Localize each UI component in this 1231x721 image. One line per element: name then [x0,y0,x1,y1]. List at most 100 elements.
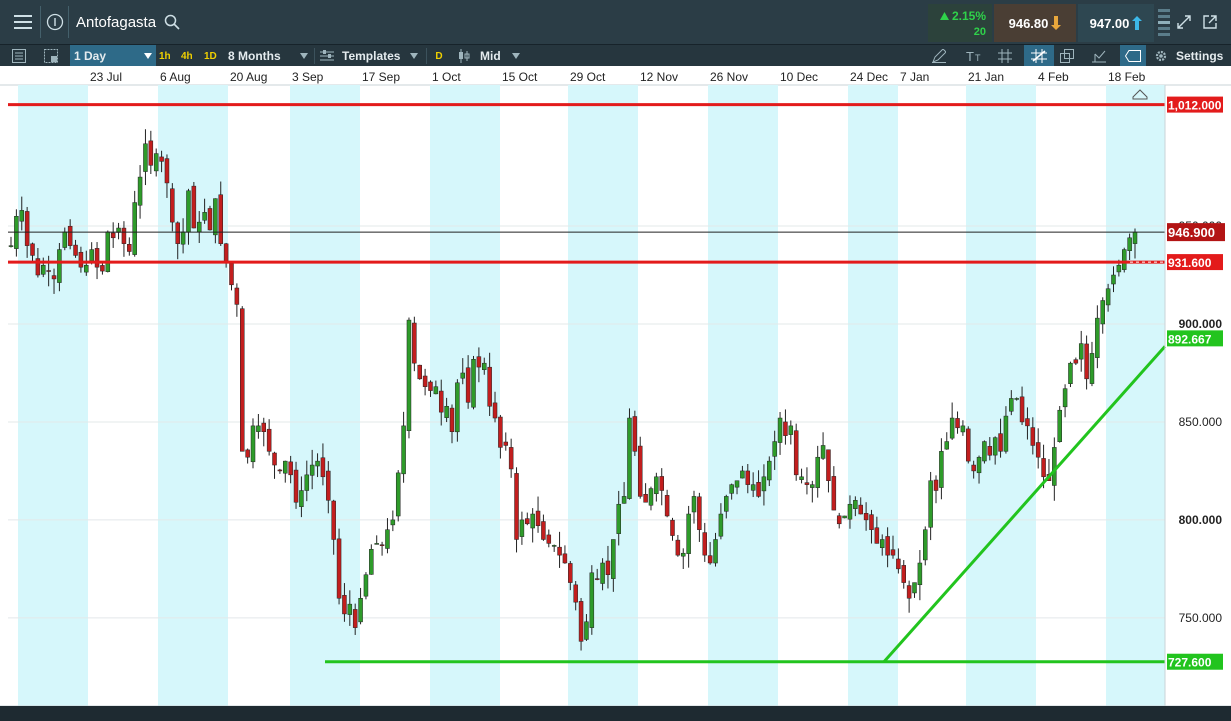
change-percent: 2.15% [952,9,987,23]
price-mode-dropdown[interactable]: Mid [458,45,524,67]
candle-body [519,519,525,537]
chart-canvas[interactable]: 23 Jul 6 Aug 20 Aug 3 Sep 17 Sep 1 Oct 15 Oct 2… [0,66,1231,716]
crosshair-button[interactable] [1024,45,1054,67]
candle-body [863,513,869,521]
candle-body [24,211,30,246]
candle-body [643,494,648,503]
grid-button[interactable] [998,45,1018,67]
templates-label: Templates [342,49,401,63]
depth-button[interactable] [1156,6,1172,38]
candle-body [213,198,218,236]
candle-body [51,275,57,280]
candle-body [406,319,412,431]
candle-body [933,479,939,491]
candle-body [906,585,912,599]
time-band [568,85,638,706]
candle-body [955,418,960,429]
candle-body [998,433,1003,452]
price-tag-label: 727.600 [1168,656,1212,670]
expand-icon [1177,15,1191,29]
layout-button[interactable] [44,45,64,67]
candle-body [584,621,589,640]
quick-1d-button[interactable]: 1D [204,45,217,67]
candle-body [847,503,853,520]
x-tick-label: 3 Sep [292,70,324,84]
candle-body [326,470,331,501]
candle-body [465,367,471,403]
settings-button[interactable]: Settings [1154,45,1223,67]
candle-body [73,244,78,256]
candle-body [148,140,154,166]
text-tool-button[interactable]: TT [966,45,988,67]
candle-body [987,446,993,456]
info-button[interactable] [44,10,66,34]
indicator-button[interactable] [1092,45,1112,67]
candle-body [1030,427,1036,446]
timeframe-value: 1 Day [74,49,107,63]
sell-button[interactable]: 946.80 [994,4,1076,42]
candle-body [1084,343,1089,380]
y-tick-label: 750.000 [1179,611,1223,625]
window-button[interactable] [1060,45,1080,67]
candle-body [901,565,906,583]
popout-button[interactable] [1200,12,1220,32]
buy-button[interactable]: 947.00 [1078,4,1154,42]
hash-grid-icon [998,49,1012,63]
candle-body [293,469,299,503]
candle-body [471,359,476,408]
price-chart[interactable]: 23 Jul 6 Aug 20 Aug 3 Sep 17 Sep 1 Oct 15 Oct 2… [0,66,1231,716]
candle-body [949,417,955,439]
d-button[interactable]: D [432,45,446,67]
candle-body [853,500,858,509]
candle-body [19,210,25,222]
draw-tool-button[interactable] [932,45,952,67]
x-tick-label: 18 Feb [1108,70,1146,84]
candle-body [460,372,466,379]
templates-dropdown[interactable]: Templates [320,45,420,67]
list-view-button[interactable] [12,45,32,67]
menu-button[interactable] [6,8,40,36]
candle-body [304,474,310,491]
search-button[interactable] [162,12,182,32]
candle-body [611,539,616,579]
alert-tag-button[interactable] [1120,45,1146,67]
range-dropdown[interactable]: 8 Months [228,45,310,67]
candle-body [820,445,826,459]
sell-arrow-icon [1051,16,1062,30]
search-icon [164,14,180,30]
candle-body [223,243,229,264]
candle-body [874,527,880,544]
candle-body [675,539,681,556]
candle-body [1121,249,1127,270]
candle-body [352,609,358,628]
quick-1h-button[interactable]: 1h [159,45,171,67]
expand-button[interactable] [1174,12,1194,32]
candle-body [417,364,422,380]
candle-body [175,222,180,244]
candle-body [514,473,519,540]
candle-body [1035,442,1041,458]
quick-4h-button[interactable]: 4h [181,45,193,67]
candle-body [261,422,267,432]
candle-body [105,231,111,272]
candle-body [815,456,820,488]
popout-icon [1203,15,1217,29]
price-change: 2.15% 20 [928,4,992,42]
candle-body [229,263,234,286]
candle-body [277,469,283,472]
candle-body [750,484,756,491]
candle-body [761,476,767,492]
chevron-down-icon [512,53,520,59]
candle-body [724,496,729,512]
candle-body [503,441,509,446]
price-tag-label: 892.667 [1168,332,1212,346]
candle-body [627,417,632,499]
candle-body [810,484,815,488]
time-band [708,85,778,706]
timeframe-dropdown[interactable]: 1 Day [70,45,156,67]
candle-body [508,447,514,470]
candle-body [551,545,557,547]
candle-body [191,185,197,229]
price-mode-value: Mid [480,49,501,63]
candle-body [772,441,777,457]
